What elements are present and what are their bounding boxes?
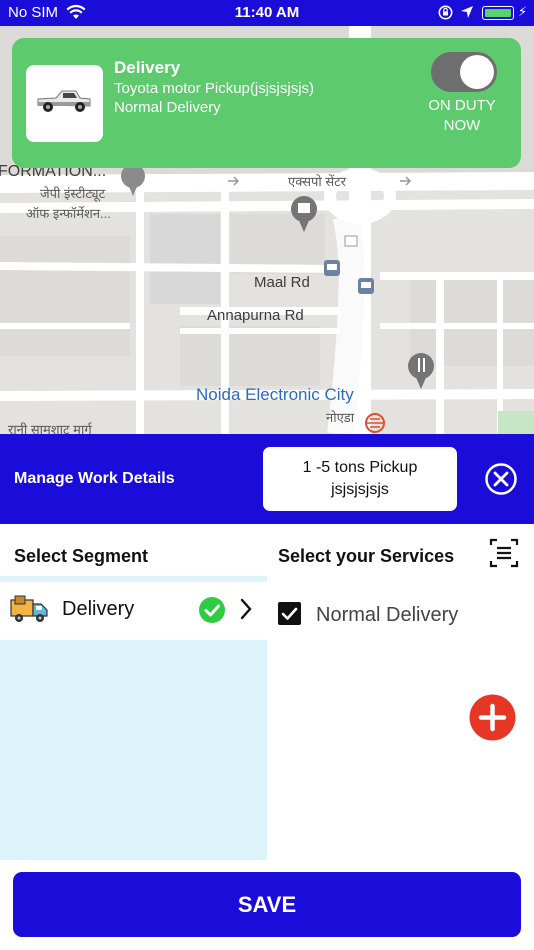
manage-title: Manage Work Details [14, 470, 175, 487]
list-icon[interactable] [489, 537, 519, 569]
service-item-normal-delivery[interactable]: Normal Delivery [278, 601, 528, 629]
duty-status-line1: ON DUTY [428, 97, 496, 114]
delivery-status-card: Delivery Toyota motor Pickup(jsjsjsjsjs)… [12, 38, 521, 168]
service-item-label: Normal Delivery [316, 604, 459, 626]
map-label-expo: एक्सपो सेंटर [288, 174, 347, 189]
duty-status-label: ON DUTY NOW [412, 96, 512, 136]
orientation-lock-icon [438, 5, 453, 20]
vehicle-chip-line2: jsjsjsjsjs [331, 481, 389, 498]
add-circle-icon[interactable] [469, 694, 516, 741]
card-title: Delivery [114, 58, 181, 77]
segment-header: Select Segment [0, 524, 267, 576]
vehicle-selector[interactable]: 1 -5 tons Pickup jsjsjsjsjs [263, 447, 457, 511]
card-vehicle: Toyota motor Pickup(jsjsjsjsjs) [114, 80, 315, 97]
chevron-right-icon [240, 598, 252, 620]
vehicle-chip-line1: 1 -5 tons Pickup [302, 459, 418, 476]
delivery-truck-icon [10, 595, 48, 622]
map-label-jaypee-1: जेपी इंस्टीट्यूट [40, 186, 106, 201]
location-arrow-icon [461, 6, 473, 18]
map-label-annapurna-rd: Annapurna Rd [207, 307, 304, 324]
duty-toggle[interactable] [431, 52, 497, 92]
segment-header-label: Select Segment [14, 546, 149, 566]
segment-item-delivery[interactable]: Delivery [0, 582, 267, 640]
map-label-rani: रानी सामशाट मार्ग [8, 422, 92, 434]
battery-icon [482, 6, 514, 20]
vehicle-thumbnail [26, 65, 103, 142]
status-bar: No SIM 11:40 AM ⚡ [0, 0, 534, 26]
toggle-knob [460, 55, 494, 89]
clock: 11:40 AM [234, 4, 300, 21]
check-circle-icon [199, 597, 225, 623]
charging-bolt-icon: ⚡ [518, 4, 528, 19]
pickup-truck-icon [37, 90, 91, 112]
map-label-jaypee-2: ऑफ इन्फॉर्मेशन... [26, 206, 111, 221]
close-icon[interactable] [484, 462, 518, 496]
checkmark-icon [281, 607, 298, 620]
card-service: Normal Delivery [114, 99, 221, 116]
map-label-noida-electronic-city: Noida Electronic City [196, 385, 354, 404]
checkbox-checked-icon[interactable] [278, 602, 301, 625]
services-header: Select your Services [278, 546, 455, 566]
map-label-maal-rd: Maal Rd [254, 274, 310, 291]
duty-status-line2: NOW [443, 117, 481, 134]
segment-item-label: Delivery [62, 598, 135, 620]
manage-work-bar: Manage Work Details 1 -5 tons Pickup jsj… [0, 434, 534, 524]
map-label-noida-hindi: नोएडा [326, 410, 355, 425]
segment-panel: Select Segment Delivery [0, 524, 267, 860]
save-button[interactable]: SAVE [13, 872, 521, 937]
